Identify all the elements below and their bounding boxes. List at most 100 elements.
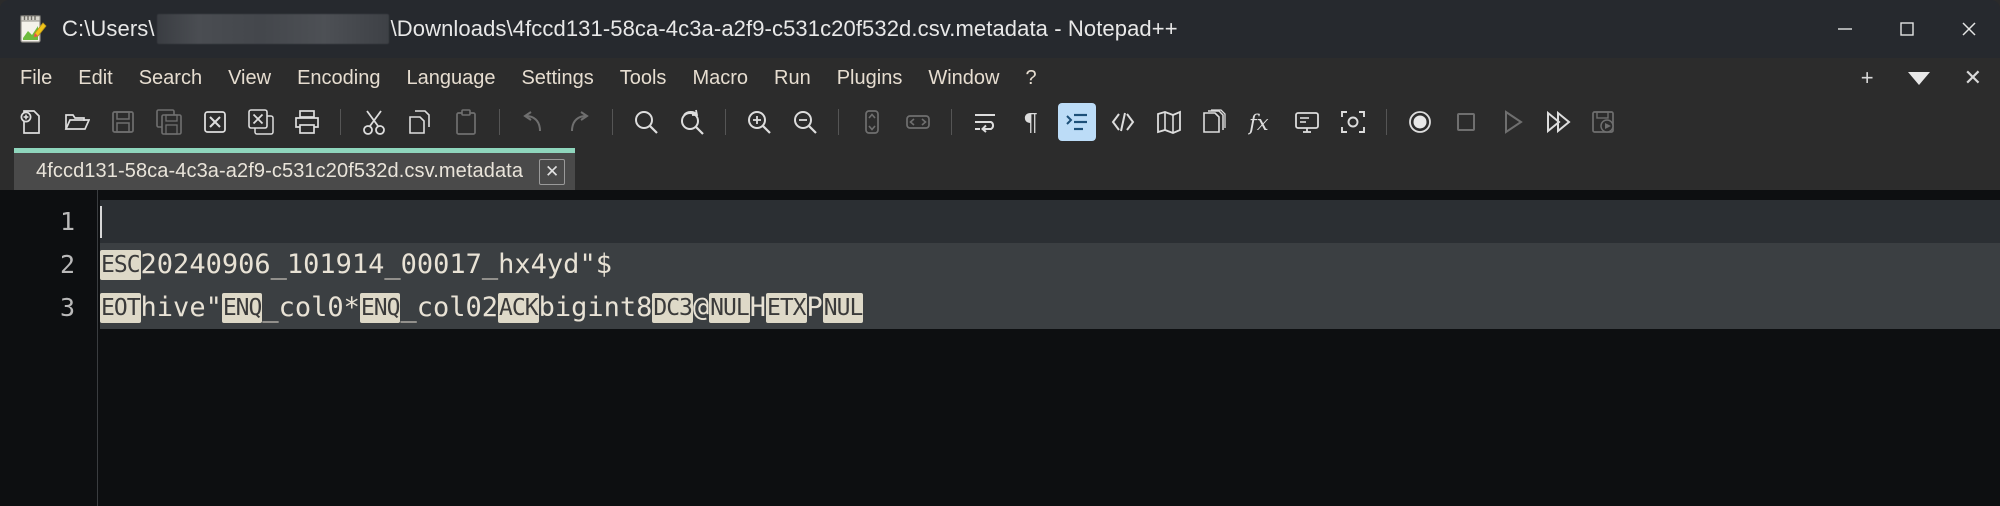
menu-view[interactable]: View xyxy=(215,58,284,98)
menu-help[interactable]: ? xyxy=(1012,58,1049,98)
code-content[interactable]: ESC 20240906_101914_00017_hx4yd"$ EOT hive… xyxy=(98,190,2000,506)
close-button[interactable] xyxy=(1938,0,2000,58)
print-icon[interactable] xyxy=(288,103,326,141)
code-text-run: 20240906_101914_00017_hx4yd"$ xyxy=(140,249,612,280)
editor-area[interactable]: 1 2 3 ESC 20240906_101914_00017_hx4yd"$ E… xyxy=(0,190,2000,506)
zoom-in-icon[interactable] xyxy=(740,103,778,141)
control-char-enq: ENQ xyxy=(221,292,263,323)
window-title-prefix: C:\Users\ xyxy=(62,16,155,41)
toolbar: ¶ fx xyxy=(0,98,2000,146)
svg-text:fx: fx xyxy=(1248,111,1269,135)
tab-bar: 4fccd131-58ca-4c3a-a2f9-c531c20f532d.csv… xyxy=(0,146,2000,190)
control-char-etx: ETX xyxy=(765,292,807,323)
line-number: 1 xyxy=(59,207,75,236)
window-controls xyxy=(1814,0,2000,58)
menu-bar-right-controls: + ✕ xyxy=(1861,58,1982,98)
tab-label: 4fccd131-58ca-4c3a-a2f9-c531c20f532d.csv… xyxy=(36,160,524,182)
toolbar-separator xyxy=(1386,109,1387,135)
open-file-icon[interactable] xyxy=(58,103,96,141)
toolbar-separator xyxy=(499,109,500,135)
control-char-nul: NUL xyxy=(709,292,750,323)
toolbar-separator xyxy=(838,109,839,135)
control-char-dc3: DC3 xyxy=(652,292,693,323)
paste-icon[interactable] xyxy=(447,103,485,141)
find-icon[interactable] xyxy=(627,103,665,141)
menu-macro[interactable]: Macro xyxy=(679,58,761,98)
undo-icon[interactable] xyxy=(514,103,552,141)
control-char-enq: ENQ xyxy=(359,292,401,323)
menu-file[interactable]: File xyxy=(7,58,65,98)
sync-horizontal-scroll-icon[interactable] xyxy=(899,103,937,141)
document-list-icon[interactable] xyxy=(1196,103,1234,141)
code-line-2[interactable]: ESC 20240906_101914_00017_hx4yd"$ xyxy=(100,243,2000,286)
replace-icon[interactable] xyxy=(673,103,711,141)
cut-icon[interactable] xyxy=(355,103,393,141)
notepadpp-window: C:\Users\ \Downloads\4fccd131-58ca-4c3a-… xyxy=(0,0,2000,506)
save-all-icon[interactable] xyxy=(150,103,188,141)
macro-stop-icon[interactable] xyxy=(1447,103,1485,141)
menu-tools[interactable]: Tools xyxy=(607,58,680,98)
redo-icon[interactable] xyxy=(560,103,598,141)
control-char-esc: ESC xyxy=(100,249,141,280)
code-line-3[interactable]: EOT hive" ENQ _col0* ENQ _col02 ACK bigint8 DC3 @… xyxy=(100,286,2000,329)
tab-list-dropdown-icon[interactable] xyxy=(1907,71,1930,85)
user-defined-language-icon[interactable] xyxy=(1104,103,1142,141)
menu-edit[interactable]: Edit xyxy=(65,58,125,98)
macro-run-multiple-icon[interactable] xyxy=(1539,103,1577,141)
close-tab-icon[interactable]: ✕ xyxy=(1964,67,1982,89)
code-text-run: hive" xyxy=(140,292,222,323)
distraction-free-icon[interactable] xyxy=(1334,103,1372,141)
tab-close-icon[interactable]: ✕ xyxy=(539,158,566,185)
close-file-icon[interactable] xyxy=(196,103,234,141)
menu-plugins[interactable]: Plugins xyxy=(824,58,916,98)
line-number: 3 xyxy=(59,293,75,322)
close-all-icon[interactable] xyxy=(242,103,280,141)
toolbar-separator xyxy=(612,109,613,135)
save-icon[interactable] xyxy=(104,103,142,141)
title-bar: C:\Users\ \Downloads\4fccd131-58ca-4c3a-… xyxy=(0,0,2000,58)
word-wrap-icon[interactable] xyxy=(966,103,1004,141)
zoom-out-icon[interactable] xyxy=(786,103,824,141)
svg-text:¶: ¶ xyxy=(1023,109,1038,135)
tab-metadata-file[interactable]: 4fccd131-58ca-4c3a-a2f9-c531c20f532d.csv… xyxy=(14,148,576,190)
document-monitor-icon[interactable] xyxy=(1288,103,1326,141)
toolbar-separator xyxy=(951,109,952,135)
control-char-ack: ACK xyxy=(498,292,539,323)
document-map-icon[interactable] xyxy=(1150,103,1188,141)
new-tab-plus-icon[interactable]: + xyxy=(1861,67,1874,89)
menu-window[interactable]: Window xyxy=(915,58,1012,98)
macro-play-icon[interactable] xyxy=(1493,103,1531,141)
menu-language[interactable]: Language xyxy=(393,58,508,98)
menu-settings[interactable]: Settings xyxy=(508,58,606,98)
menu-search[interactable]: Search xyxy=(126,58,215,98)
maximize-button[interactable] xyxy=(1876,0,1938,58)
show-all-characters-icon[interactable]: ¶ xyxy=(1012,103,1050,141)
window-title-suffix: \Downloads\4fccd131-58ca-4c3a-a2f9-c531c… xyxy=(390,16,1178,41)
menu-run[interactable]: Run xyxy=(761,58,824,98)
control-char-eot: EOT xyxy=(100,292,141,323)
menu-encoding[interactable]: Encoding xyxy=(284,58,393,98)
line-number-gutter: 1 2 3 xyxy=(0,190,98,506)
notepadpp-app-icon xyxy=(18,14,48,44)
minimize-button[interactable] xyxy=(1814,0,1876,58)
indent-guide-icon[interactable] xyxy=(1058,103,1096,141)
line-number: 2 xyxy=(59,250,75,279)
code-text-run: H xyxy=(749,292,766,323)
toolbar-separator xyxy=(725,109,726,135)
menu-bar: File Edit Search View Encoding Language … xyxy=(0,58,2000,98)
copy-icon[interactable] xyxy=(401,103,439,141)
macro-record-icon[interactable] xyxy=(1401,103,1439,141)
code-line-1[interactable] xyxy=(100,200,2000,243)
control-char-nul: NUL xyxy=(822,292,864,323)
code-text-run: P xyxy=(806,292,823,323)
window-title: C:\Users\ \Downloads\4fccd131-58ca-4c3a-… xyxy=(62,14,1178,44)
redacted-username xyxy=(156,14,389,44)
code-text-run: @ xyxy=(692,292,710,323)
new-file-icon[interactable] xyxy=(12,103,50,141)
function-list-icon[interactable]: fx xyxy=(1242,103,1280,141)
code-text-run: bigint8 xyxy=(538,292,653,323)
sync-vertical-scroll-icon[interactable] xyxy=(853,103,891,141)
macro-save-icon[interactable] xyxy=(1585,103,1623,141)
toolbar-separator xyxy=(340,109,341,135)
code-text-run: _col0* xyxy=(262,292,360,323)
